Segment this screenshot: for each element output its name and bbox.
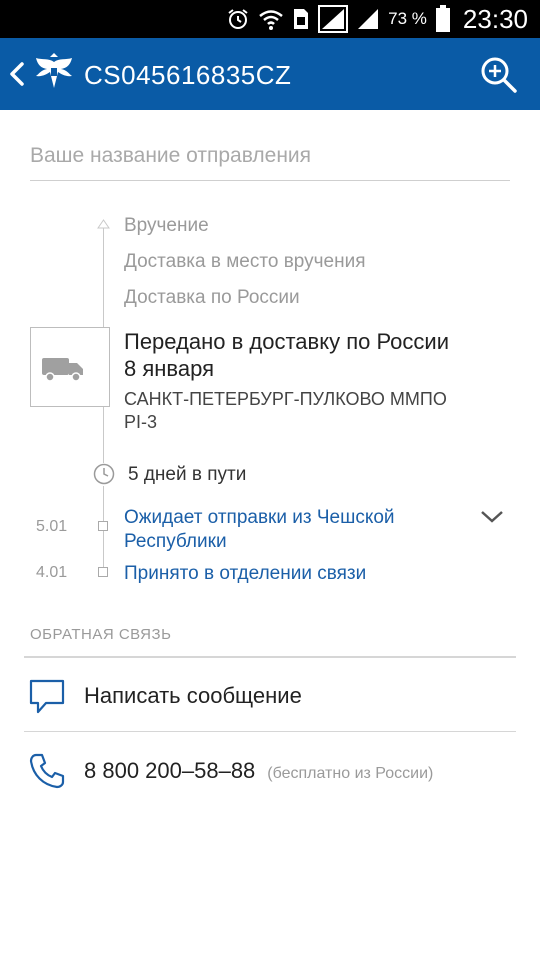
clock-time: 23:30: [462, 3, 528, 34]
status-icons: 73 % 23:30: [226, 0, 528, 38]
write-message-label: Написать сообщение: [84, 683, 302, 708]
phone-note: (бесплатно из России): [267, 765, 434, 782]
chevron-down-icon[interactable]: [480, 508, 504, 526]
truck-status-box: [30, 327, 110, 407]
timeline-line-middle: [103, 407, 104, 463]
event-marker: [98, 521, 108, 531]
write-message-row[interactable]: Написать сообщение: [24, 659, 516, 731]
event-marker: [98, 567, 108, 577]
current-status-date: 8 января: [124, 356, 214, 381]
shipment-name-field[interactable]: [30, 144, 510, 181]
phone-number: 8 800 200–58–88: [84, 758, 256, 783]
phone-label: 8 800 200–58–88 (бесплатно из России): [84, 758, 433, 784]
stage-delivery: Вручение: [124, 215, 209, 236]
stage-delivery-to-point: Доставка в место вручения: [124, 251, 366, 272]
battery-percent: 73 %: [388, 9, 427, 28]
current-place-line2: PI-3: [124, 412, 158, 432]
event-awaiting-dispatch[interactable]: Ожидает отправки из Чешской Республики: [124, 506, 464, 554]
sim-card-icon: [294, 9, 309, 29]
days-in-transit: 5 дней в пути: [128, 464, 247, 485]
shipment-name-input[interactable]: [30, 144, 510, 168]
current-status-line1: Передано в доставку по России: [124, 329, 449, 354]
truck-icon: [42, 358, 83, 382]
event-date: 4.01: [36, 564, 68, 581]
current-status-place: САНКТ-ПЕТЕРБУРГ-ПУЛКОВО ММПО PI-3: [124, 388, 504, 434]
app-bar: CS045616835CZ: [0, 38, 540, 110]
wifi-icon: [259, 10, 283, 30]
phone-icon: [29, 753, 65, 789]
zoom-in-icon[interactable]: [480, 56, 518, 94]
tracking-number-title: CS045616835CZ: [84, 60, 292, 90]
event-date: 5.01: [36, 518, 68, 535]
current-status-title: Передано в доставку по России 8 января: [124, 328, 504, 382]
clock-icon: [93, 463, 115, 485]
stage-delivery-russia: Доставка по России: [124, 287, 300, 308]
timeline-line-top: [103, 228, 104, 327]
event-text-line2: Республики: [124, 531, 227, 552]
back-arrow-icon[interactable]: [4, 56, 32, 92]
russian-post-logo-icon: [36, 53, 72, 88]
row-divider: [24, 731, 516, 732]
message-bubble-icon: [29, 679, 65, 714]
alarm-icon: [228, 9, 248, 29]
current-place-line1: САНКТ-ПЕТЕРБУРГ-ПУЛКОВО ММПО: [124, 389, 447, 409]
feedback-section-title: ОБРАТНАЯ СВЯЗЬ: [30, 626, 172, 643]
phone-row[interactable]: 8 800 200–58–88 (бесплатно из России): [24, 734, 516, 806]
battery-icon: [435, 5, 450, 32]
status-bar: 73 % 23:30: [0, 0, 540, 38]
signal-icon: [318, 5, 349, 33]
event-text-line1: Ожидает отправки из Чешской: [124, 507, 395, 528]
event-accepted[interactable]: Принято в отделении связи: [124, 562, 464, 586]
timeline-arrow-icon: [97, 219, 110, 229]
signal-secondary-icon: [358, 9, 379, 29]
section-divider: [24, 656, 516, 658]
